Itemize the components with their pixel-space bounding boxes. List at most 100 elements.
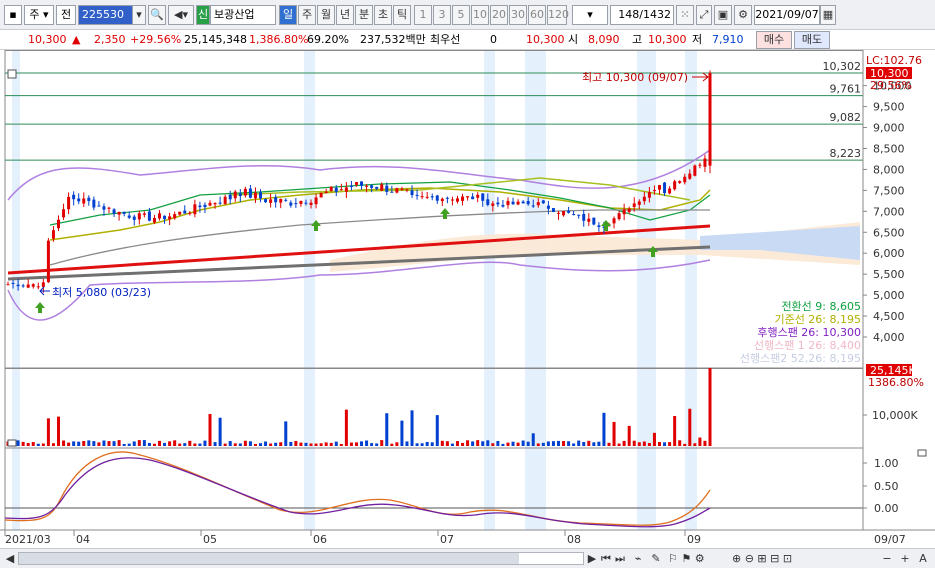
candle-body [127,215,131,218]
interval-tab-20[interactable]: 20 [490,5,508,25]
tab-틱[interactable]: 틱 [393,5,411,25]
x-tick-label: 09 [687,533,701,546]
candle-body [466,196,470,198]
tab-년[interactable]: 년 [336,5,354,25]
candle-body [279,199,283,203]
zoom-in-button[interactable]: + [898,551,912,566]
low-annotation: 최저 5,080 (03/23) [52,286,151,299]
priority-label: 최우선 [430,33,461,46]
stock-chart[interactable]: 10,3029,7619,0828,22310,0009,5009,0008,5… [0,50,935,550]
candle-body [511,201,515,205]
interval-tab-30[interactable]: 30 [509,5,527,25]
scroll-left-button[interactable]: ◀ [4,551,16,566]
candle-body [551,208,555,213]
market-label: 주 [29,8,40,21]
candle-body [152,218,156,223]
volume-bar [577,440,581,446]
interval-tab-5[interactable]: 5 [452,5,470,25]
candle-body [173,214,177,219]
volume-bar [380,440,384,446]
count-dropdown[interactable]: ▾ [572,5,608,25]
volume-bar [314,443,318,446]
buy-button[interactable]: 매수 [756,31,792,49]
sound-icon[interactable]: ◀▾ [168,5,194,25]
candle-body [567,210,571,213]
priority-value: 0 [490,33,497,46]
volume-bar [132,441,136,446]
volume-bar [531,433,535,446]
zoom-out-button[interactable]: − [880,551,894,566]
calendar-icon[interactable]: ▦ [820,5,836,25]
highlight-band [637,50,656,530]
drawing-tools[interactable]: ⚐ ⚑ ⚙ [668,551,728,566]
volume-bar [567,441,571,446]
candle-body [163,215,167,220]
sell-button[interactable]: 매도 [794,31,830,49]
candle-body [577,214,581,216]
volume-bar [324,442,328,446]
interval-tab-10[interactable]: 10 [471,5,489,25]
indicator-legend: 기준선 26: 8,195 [774,313,861,326]
candle-body [582,214,586,221]
search-icon[interactable]: 🔍 [148,5,166,25]
candle-body [274,197,278,203]
candle-body [400,188,404,190]
volume-bar [556,440,560,446]
auto-scale-button[interactable]: A [916,551,930,566]
volume-bar [349,442,353,446]
volume-bar [708,368,712,446]
tab-월[interactable]: 월 [317,5,335,25]
first-icon[interactable]: ⏮ [600,551,612,566]
candle-body [36,286,40,288]
volume-bar [511,441,515,446]
view-tools[interactable]: ⊕ ⊖ ⊞ ⊟ ⊡ [732,551,832,566]
tab-주[interactable]: 주 [298,5,316,25]
tab-분[interactable]: 분 [355,5,373,25]
volume-bar [476,440,480,446]
interval-tab-1[interactable]: 1 [414,5,432,25]
tab-초[interactable]: 초 [374,5,392,25]
change-percent: +29.56% [130,33,182,46]
interval-tab-60[interactable]: 60 [528,5,546,25]
last-icon[interactable]: ⏭ [614,551,626,566]
tab-일[interactable]: 일 [279,5,297,25]
period-mode-select[interactable]: 전 [56,5,76,25]
scroll-right-button[interactable]: ▶ [586,551,598,566]
volume-bar [253,443,257,446]
grid-icon[interactable]: ⁙ [676,5,694,25]
interval-tab-3[interactable]: 3 [433,5,451,25]
count-field[interactable]: 148/1432 [610,5,674,25]
market-select[interactable]: 주 ▾ [24,5,54,25]
candle-body [294,203,298,205]
date-field[interactable]: 2021/09/07 [754,5,820,25]
candle-body [652,190,656,192]
scroll-thumb[interactable] [19,553,519,564]
candle-body [112,209,116,214]
resize-icon[interactable]: ⤢ [696,5,712,25]
volume-bar [668,442,672,446]
save-icon[interactable]: ▣ [714,5,732,25]
tool-icon[interactable]: ✎ [648,551,664,566]
volume-bar [77,441,81,446]
menu-icon[interactable]: ▪ [4,5,22,25]
candle-body [203,204,207,208]
scroll-track[interactable] [18,552,584,565]
price-tick-label: 8,000 [873,163,905,176]
interval-tab-120[interactable]: 120 [547,5,569,25]
settings-icon[interactable]: ⚙ [734,5,752,25]
candle-body [627,208,631,212]
chart-type-icon[interactable]: ⌁ [630,551,646,566]
volume-bar [546,441,550,446]
candle-body [526,201,530,205]
volume-bar [248,441,252,446]
volume-pane-toggle-icon [7,439,17,447]
x-tick-label: 05 [203,533,217,546]
turnover-value: 69.20% [307,33,349,46]
volume-bar [233,443,237,446]
candle-body [491,203,495,206]
volume-bar [112,441,116,446]
code-dropdown-icon[interactable]: ▾ [132,5,146,25]
volume-bar [390,443,394,446]
volume-bar [137,440,141,446]
volume-bar [339,443,343,446]
